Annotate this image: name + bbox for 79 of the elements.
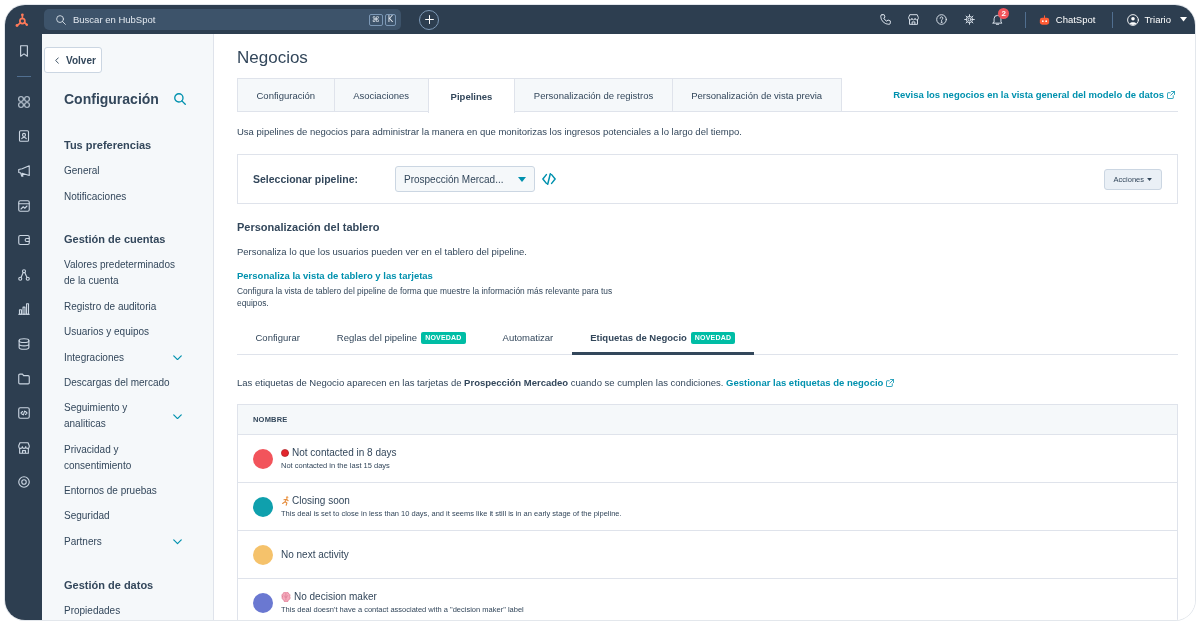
grid-icon[interactable] <box>17 95 30 108</box>
code-icon[interactable] <box>542 172 556 186</box>
sidebar-item[interactable]: Descargas del mercado <box>64 370 182 396</box>
labels-description: Las etiquetas de Negocio aparecen en las tarjetas de Prospección Mercadeo cuando se cumplen las condiciones. Gestionar las etiquetas de negocio <box>237 376 1178 390</box>
sidebar-item[interactable]: Registro de auditoria <box>64 294 182 320</box>
pipeline-tab[interactable]: Configurar <box>237 323 319 355</box>
section-heading: Gestión de datos <box>64 577 155 593</box>
store-icon[interactable] <box>17 441 30 454</box>
ring-icon[interactable] <box>17 476 30 489</box>
chevron-left-icon <box>55 56 59 64</box>
bell-icon[interactable] <box>992 14 1004 25</box>
sidebar-item[interactable]: Partners <box>64 529 182 555</box>
section-heading: Gestión de cuentas <box>64 232 167 248</box>
page-title: Negocios <box>237 47 309 69</box>
label-name: Closing soon <box>292 494 350 508</box>
folder-icon[interactable] <box>17 372 30 385</box>
store-icon[interactable] <box>908 14 920 25</box>
page-description: Usa pipelines de negocios para administrar la manera en que monitorizas los ingresos potenciales a lo largo del tiempo. <box>237 125 743 139</box>
status-dot-icon <box>281 449 289 457</box>
manage-labels-link[interactable]: Gestionar las etiquetas de negocio <box>726 376 895 390</box>
bar-chart-icon[interactable] <box>17 303 30 316</box>
external-link-icon <box>1167 90 1175 99</box>
sidebar-item[interactable]: Seguimiento y analiticas <box>64 395 182 437</box>
megaphone-icon[interactable] <box>17 165 30 178</box>
running-person-icon <box>281 496 289 506</box>
sidebar-item[interactable]: Integraciones <box>64 344 182 371</box>
content-window-icon[interactable] <box>17 199 30 212</box>
notification-badge: 2 <box>998 8 1010 19</box>
board-settings-link[interactable]: Personaliza la vista de tablero y las tarjetas <box>237 269 433 283</box>
code-window-icon[interactable] <box>17 407 30 420</box>
data-model-link[interactable]: Revisa los negocios en la vista general del modelo de datos <box>893 89 1178 100</box>
robot-icon <box>1038 14 1050 25</box>
back-button[interactable]: Volver <box>44 47 102 73</box>
sidebar-item[interactable]: General <box>64 158 182 184</box>
avatar-icon <box>1127 13 1140 26</box>
sidebar-item[interactable]: Propiedades <box>64 598 182 620</box>
settings-tab[interactable]: Personalización de registros <box>514 78 673 111</box>
sidebar-item[interactable]: Valores predeterminados de la cuenta <box>64 252 182 295</box>
label-name: Not contacted in 8 days <box>292 446 397 460</box>
plus-icon <box>424 15 434 24</box>
sidebar-title: Configuración <box>64 91 159 107</box>
sidebar-item[interactable]: Seguridad <box>64 503 182 530</box>
brain-icon <box>281 592 291 602</box>
search-icon <box>56 14 66 25</box>
pipeline-tab[interactable]: Automatizar <box>484 323 572 355</box>
caret-icon <box>1147 177 1152 181</box>
section-heading: Personalización del tablero <box>237 219 381 235</box>
assistant-button[interactable]: ChatSpot <box>1038 14 1096 25</box>
settings-tab[interactable]: Personalización de vista previa <box>671 78 842 111</box>
search-icon[interactable] <box>174 93 186 105</box>
settings-tab[interactable]: Asociaciones <box>333 78 429 111</box>
sidebar-item[interactable]: Privacidad y consentimiento <box>64 437 182 479</box>
account-menu[interactable]: Triario <box>1127 13 1187 26</box>
caret-icon <box>518 176 526 182</box>
sprocket-icon[interactable] <box>15 12 29 27</box>
settings-tab[interactable]: Pipelines <box>427 78 516 113</box>
keyboard-key: K <box>384 13 396 26</box>
settings-tab[interactable]: Configuración <box>237 78 335 111</box>
keyboard-key: ⌘ <box>368 13 383 26</box>
bookmark-icon[interactable] <box>17 45 30 58</box>
sidebar-item[interactable]: Entornos de pruebas <box>64 478 182 504</box>
pipeline-label: Seleccionar pipeline: <box>253 173 360 185</box>
phone-icon[interactable] <box>880 14 892 25</box>
external-link-icon <box>886 379 895 387</box>
database-icon[interactable] <box>17 338 30 351</box>
section-heading: Tus preferencias <box>64 138 153 153</box>
section-description: Personaliza lo que los usuarios pueden ver en el tablero del pipeline. <box>237 245 528 259</box>
help-icon[interactable] <box>936 14 948 25</box>
pipeline-dropdown[interactable]: Prospección Mercad... <box>395 166 535 192</box>
sidebar-item[interactable]: Notificaciones <box>64 183 182 210</box>
link-description: Configura la vista de tablero del pipeline de forma que muestre la información más relevante para tus equipos. <box>237 285 614 309</box>
caret-icon <box>1180 17 1187 22</box>
wallet-icon[interactable] <box>17 234 30 247</box>
label-name: No decision maker <box>294 590 377 604</box>
label-name: No next activity <box>281 547 349 562</box>
contact-book-icon[interactable] <box>17 130 30 143</box>
settings-icon[interactable] <box>964 14 976 25</box>
network-icon[interactable] <box>17 268 30 281</box>
sidebar-item[interactable]: Usuarios y equipos <box>64 319 182 345</box>
